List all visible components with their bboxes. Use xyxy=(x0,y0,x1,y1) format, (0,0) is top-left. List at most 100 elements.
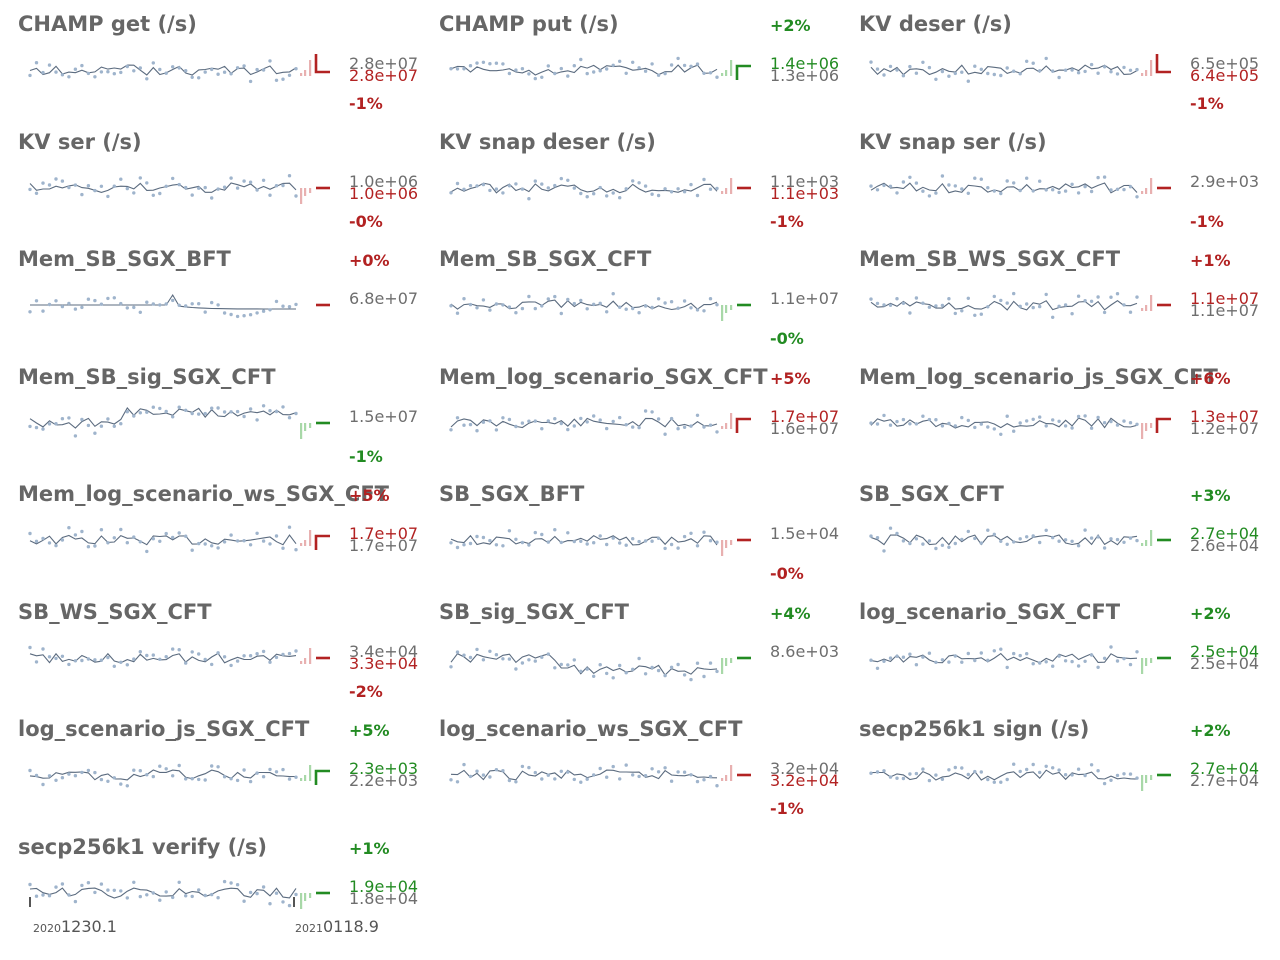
sample-dot xyxy=(287,305,292,309)
sample-dot xyxy=(1122,540,1126,544)
sample-dot xyxy=(869,183,873,188)
sample-dot xyxy=(145,180,149,185)
sample-dot xyxy=(468,302,473,307)
sample-dot xyxy=(481,420,486,424)
sample-dot xyxy=(663,673,667,677)
baseline-value: 1.1e+03 xyxy=(770,171,840,191)
sample-dot xyxy=(960,766,964,770)
sample-dot xyxy=(947,74,951,78)
sample-dot xyxy=(656,536,661,540)
benchmark-panel: KV ser (/s) -0% 1.0e+06 1.0e+06 xyxy=(18,130,438,247)
sample-dot xyxy=(618,541,622,545)
sample-dot xyxy=(882,769,886,773)
sample-dot xyxy=(1063,538,1068,542)
sample-dot xyxy=(229,409,233,413)
sample-dot xyxy=(702,424,706,429)
sample-dot xyxy=(947,182,951,187)
sample-dot xyxy=(540,777,544,781)
sample-dot xyxy=(1038,304,1042,309)
sample-dot xyxy=(669,416,674,420)
sample-dot xyxy=(540,655,544,659)
sample-dot xyxy=(676,770,680,774)
change-percent: +2% xyxy=(1190,721,1231,740)
sample-dot xyxy=(112,424,117,428)
recent-bar xyxy=(1145,775,1148,783)
sample-dot xyxy=(488,418,492,423)
sample-dot xyxy=(158,191,162,195)
sample-dot xyxy=(184,777,188,781)
sample-dot xyxy=(106,416,110,421)
sample-dot xyxy=(527,196,531,200)
sample-dot xyxy=(216,765,220,769)
sample-dot xyxy=(702,778,706,782)
sample-dot xyxy=(908,652,912,656)
recent-bar xyxy=(725,540,728,548)
sample-dot xyxy=(695,413,700,417)
sample-dot xyxy=(986,185,990,189)
x-axis-end-value: 0118.9 xyxy=(323,917,379,936)
sample-dot xyxy=(611,419,615,423)
sample-dot xyxy=(1070,68,1074,72)
benchmark-panel: SB_WS_SGX_CFT -2% 3.3e+04 3.4e+04 xyxy=(18,600,438,717)
sample-dot xyxy=(1115,773,1120,778)
sample-dot xyxy=(921,189,925,193)
sample-dot xyxy=(47,302,52,307)
sample-dot xyxy=(1135,194,1139,198)
recent-bar xyxy=(1141,308,1144,311)
sample-dot xyxy=(656,416,661,421)
sample-dot xyxy=(261,178,266,182)
sample-dot xyxy=(222,879,227,883)
sample-dot xyxy=(553,71,557,76)
sample-dot xyxy=(921,542,925,546)
sample-dot xyxy=(67,185,71,189)
sample-dot xyxy=(514,311,518,315)
sample-dot xyxy=(242,768,246,772)
sample-dot xyxy=(676,546,680,550)
sample-dot xyxy=(151,890,155,895)
sample-dot xyxy=(715,429,719,434)
panel-title: KV snap ser (/s) xyxy=(859,129,1047,154)
sample-dot xyxy=(268,901,272,905)
sample-dot xyxy=(1057,190,1061,194)
sample-dot xyxy=(164,654,168,658)
baseline-value: 8.6e+03 xyxy=(770,641,840,661)
sparkline xyxy=(869,413,1171,439)
sample-dot xyxy=(287,525,292,529)
sample-dot xyxy=(1096,175,1100,179)
sample-dot xyxy=(908,772,912,776)
sample-dot xyxy=(1089,652,1094,657)
sample-dot xyxy=(999,191,1003,195)
sample-dot xyxy=(1096,71,1100,75)
sample-dot xyxy=(242,314,246,318)
sample-dot xyxy=(125,409,129,413)
sample-dot xyxy=(488,188,492,192)
sample-dot xyxy=(934,304,938,308)
sample-dot xyxy=(449,190,453,194)
sample-dot xyxy=(177,763,181,768)
sample-dot xyxy=(585,71,589,76)
recent-bar xyxy=(725,657,728,666)
sample-dot xyxy=(294,411,298,415)
sample-dot xyxy=(695,308,700,312)
sample-dot xyxy=(927,539,932,543)
sample-dot xyxy=(585,777,589,781)
trend-marker xyxy=(314,54,330,74)
sample-dot xyxy=(1070,312,1074,316)
sparkline xyxy=(28,403,330,439)
sample-dot xyxy=(507,778,512,783)
sample-dot xyxy=(171,414,175,418)
sample-dot xyxy=(177,405,181,409)
sample-dot xyxy=(1109,187,1113,192)
sample-dot xyxy=(86,297,91,301)
sample-dot xyxy=(73,67,78,71)
sample-dot xyxy=(888,423,893,427)
sample-dot xyxy=(1063,423,1068,428)
sample-dot xyxy=(875,666,880,670)
sample-dot xyxy=(676,306,680,310)
sample-dot xyxy=(1018,537,1022,541)
sample-dot xyxy=(119,70,123,75)
sample-dot xyxy=(533,76,537,81)
sample-dot xyxy=(34,191,39,195)
sample-dot xyxy=(93,770,97,775)
sample-dot xyxy=(1005,414,1009,418)
